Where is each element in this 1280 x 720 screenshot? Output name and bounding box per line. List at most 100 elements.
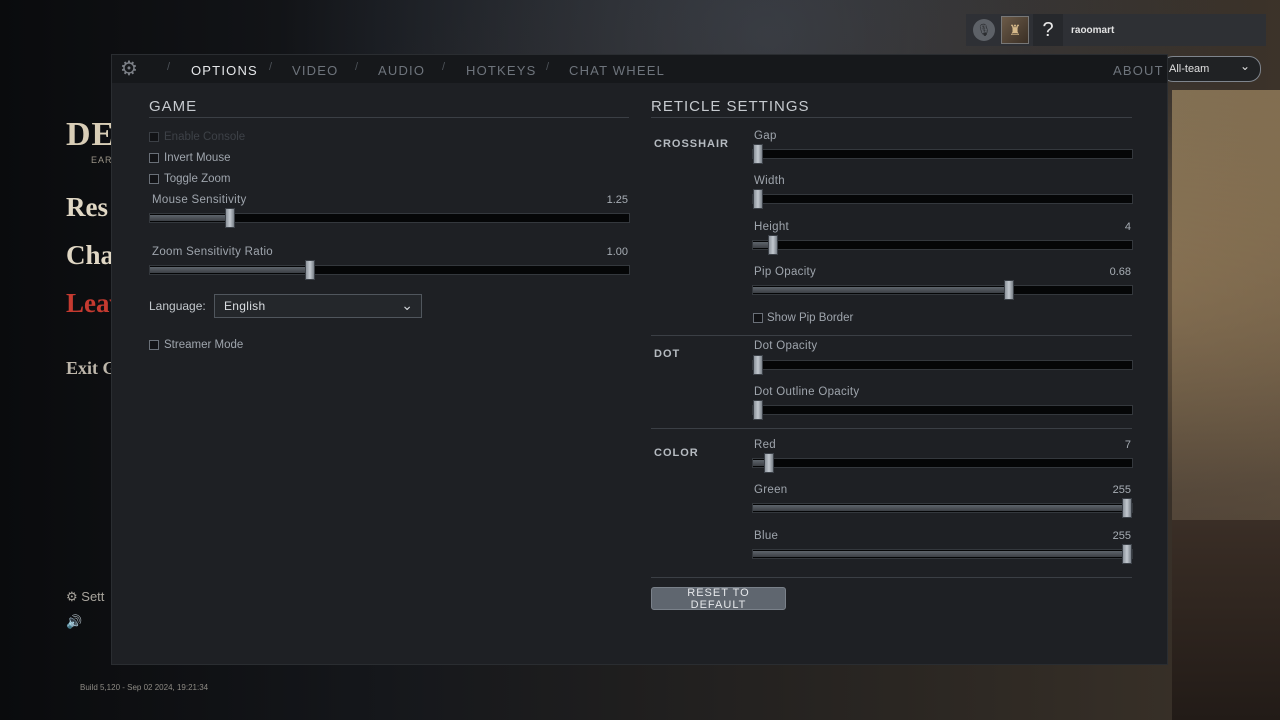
divider (651, 335, 1132, 336)
tab-audio[interactable]: AUDIO (378, 63, 425, 78)
enable-console-label: Enable Console (164, 131, 246, 143)
slider-fill (753, 505, 1127, 511)
color-group-label: COLOR (654, 447, 699, 459)
menu-resume[interactable]: Res (66, 192, 108, 223)
divider (149, 117, 629, 118)
streamer-mode-label: Streamer Mode (164, 339, 244, 351)
gap-slider[interactable] (752, 144, 1133, 164)
zoom-sensitivity-slider[interactable] (149, 260, 630, 280)
mouse-sensitivity-value: 1.25 (606, 194, 628, 206)
gap-label: Gap (754, 130, 777, 142)
slider-fill (150, 215, 231, 221)
slider-fill (753, 551, 1127, 557)
height-value: 4 (1124, 221, 1131, 233)
chevron-down-icon: ⌄ (1239, 59, 1250, 73)
dot-group-label: DOT (654, 348, 681, 360)
blue-label: Blue (754, 530, 779, 542)
divider (651, 428, 1132, 429)
enable-console-checkbox (149, 132, 159, 142)
green-label: Green (754, 484, 788, 496)
invert-mouse-checkbox[interactable] (149, 153, 159, 163)
slider-thumb[interactable] (1122, 498, 1132, 518)
gear-icon: ⚙ (66, 589, 78, 604)
tab-separator: / (546, 61, 550, 73)
pip-opacity-slider[interactable] (752, 280, 1133, 300)
avatar[interactable]: ♜ (1001, 16, 1029, 44)
tab-separator: / (269, 61, 273, 73)
height-label: Height (754, 221, 790, 233)
options-panel: ⚙ / OPTIONS / VIDEO / AUDIO / HOTKEYS / … (111, 54, 1168, 665)
crosshair-group-label: CROSSHAIR (654, 138, 730, 150)
slider-thumb[interactable] (753, 355, 763, 375)
gear-icon[interactable]: ⚙ (118, 58, 140, 80)
invert-mouse-label: Invert Mouse (164, 152, 231, 164)
speaker-icon[interactable]: 🔊 (66, 614, 82, 630)
menu-settings-label: Sett (81, 589, 105, 604)
tab-video[interactable]: VIDEO (292, 63, 338, 78)
user-bar: 🎙 ♜ ? raoomart (966, 14, 1266, 46)
height-slider[interactable] (752, 235, 1133, 255)
mouse-sensitivity-slider[interactable] (149, 208, 630, 228)
chevron-down-icon: ⌄ (401, 297, 413, 313)
slider-thumb[interactable] (1122, 544, 1132, 564)
show-pip-border-label: Show Pip Border (767, 312, 854, 324)
slider-thumb[interactable] (753, 144, 763, 164)
language-label: Language: (149, 299, 206, 313)
help-button[interactable]: ? (1033, 14, 1063, 46)
dot-outline-opacity-label: Dot Outline Opacity (754, 386, 860, 398)
divider (651, 577, 1132, 578)
zoom-sensitivity-value: 1.00 (606, 246, 628, 258)
slider-thumb[interactable] (753, 189, 763, 209)
tab-chat-wheel[interactable]: CHAT WHEEL (569, 63, 665, 78)
zoom-sensitivity-label: Zoom Sensitivity Ratio (152, 246, 273, 258)
slider-thumb[interactable] (304, 260, 315, 280)
reset-to-default-button[interactable]: RESET TO DEFAULT (651, 587, 786, 611)
chat-channel-select[interactable]: All-team ⌄ (1161, 56, 1261, 82)
green-value: 255 (1112, 484, 1131, 496)
menu-settings[interactable]: ⚙ Sett (66, 589, 104, 605)
dot-opacity-slider[interactable] (752, 355, 1133, 375)
tab-separator: / (355, 61, 359, 73)
slider-thumb[interactable] (225, 208, 236, 228)
red-slider[interactable] (752, 453, 1133, 473)
username: raoomart (1071, 24, 1115, 36)
red-label: Red (754, 439, 776, 451)
blue-value: 255 (1112, 530, 1131, 542)
tab-separator: / (167, 61, 171, 73)
blue-slider[interactable] (752, 544, 1133, 564)
tab-options[interactable]: OPTIONS (191, 63, 258, 78)
width-slider[interactable] (752, 189, 1133, 209)
reticle-section-title: RETICLE SETTINGS (651, 98, 810, 115)
toggle-zoom-label: Toggle Zoom (164, 173, 231, 185)
game-logo: DE (66, 116, 116, 153)
game-section-title: GAME (149, 98, 198, 115)
dot-outline-opacity-slider[interactable] (752, 400, 1133, 420)
mouse-sensitivity-label: Mouse Sensitivity (152, 194, 247, 206)
slider-fill (150, 267, 310, 273)
width-label: Width (754, 175, 785, 187)
slider-thumb[interactable] (764, 453, 775, 473)
tab-about[interactable]: ABOUT (1113, 63, 1164, 78)
background-scenery (1172, 90, 1280, 530)
menu-exit[interactable]: Exit G (66, 358, 117, 379)
language-value: English (224, 299, 266, 313)
pip-opacity-label: Pip Opacity (754, 266, 817, 278)
menu-change[interactable]: Cha (66, 240, 114, 271)
slider-thumb[interactable] (753, 400, 763, 420)
slider-fill (753, 287, 1009, 293)
slider-thumb[interactable] (767, 235, 778, 255)
background-floor (1172, 520, 1280, 720)
slider-thumb[interactable] (1003, 280, 1014, 300)
dot-opacity-label: Dot Opacity (754, 340, 818, 352)
divider (651, 117, 1132, 118)
build-info: Build 5,120 - Sep 02 2024, 19:21:34 (80, 683, 209, 692)
language-select[interactable]: English ⌄ (214, 294, 422, 318)
green-slider[interactable] (752, 498, 1133, 518)
toggle-zoom-checkbox[interactable] (149, 174, 159, 184)
streamer-mode-checkbox[interactable] (149, 340, 159, 350)
tab-hotkeys[interactable]: HOTKEYS (466, 63, 537, 78)
show-pip-border-checkbox[interactable] (753, 313, 763, 323)
microphone-icon[interactable]: 🎙 (973, 19, 995, 41)
chat-channel-value: All-team (1169, 63, 1210, 75)
red-value: 7 (1124, 439, 1131, 451)
